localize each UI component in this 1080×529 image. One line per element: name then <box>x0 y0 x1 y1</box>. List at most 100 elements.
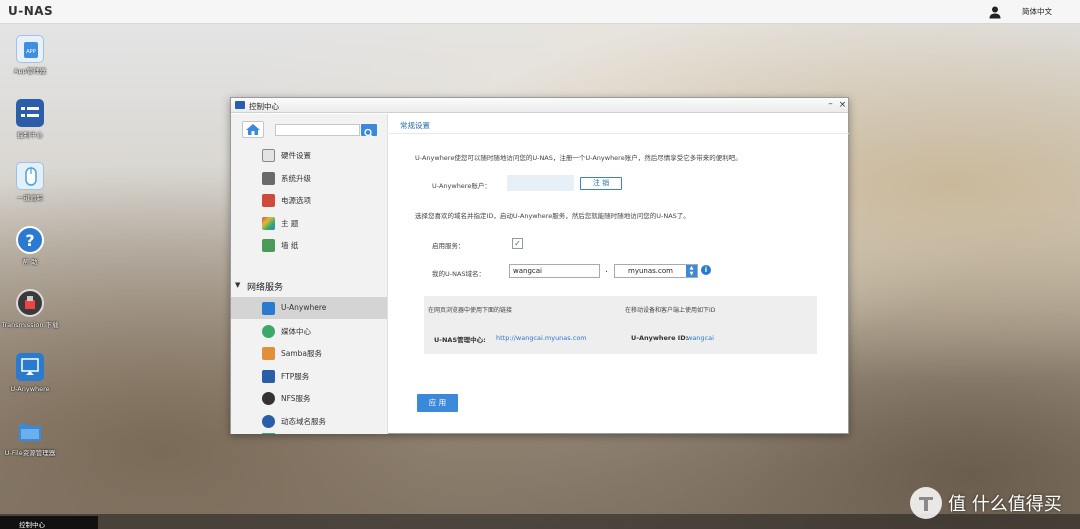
search-button[interactable] <box>361 124 377 138</box>
transmission-icon <box>16 289 44 317</box>
taskbar-item-control-center[interactable]: 控制中心 <box>0 516 98 529</box>
intro-text: U-Anywhere使您可以随时随地访问您的U-NAS，注册一个U-Anywhe… <box>415 154 742 162</box>
ftp-icon <box>262 370 275 383</box>
control-center-window: 控制中心 – × 硬件设置 系统升级 电源选项 主 题 墙 纸 ▼ 网络服务 U… <box>230 97 849 434</box>
sidebar-item-label: 电源选项 <box>281 196 311 205</box>
power-icon <box>262 194 275 207</box>
domain-separator: . <box>605 265 608 275</box>
domain-description: 选择您喜欢的域名并指定ID，启动U-Anywhere服务，然后您就能随时随地访问… <box>415 212 690 220</box>
desktop-icon-label: U-Anywhere <box>10 385 50 393</box>
sidebar-item-samba[interactable]: Samba服务 <box>231 342 387 364</box>
domain-id-input[interactable]: wangcai <box>509 264 600 278</box>
mgmt-label: U-NAS管理中心: <box>434 336 486 344</box>
account-label: U-Anywhere账户： <box>432 182 491 190</box>
enable-service-checkbox[interactable]: ✓ <box>512 238 523 249</box>
enable-label: 启用服务： <box>432 242 465 250</box>
sidebar-item-label: 媒体中心 <box>281 327 311 336</box>
desktop-icon-u-anywhere[interactable]: U-Anywhere <box>0 353 60 393</box>
info-icon[interactable]: i <box>701 265 711 275</box>
sidebar-item-label: 系统升级 <box>281 174 311 183</box>
desktop-icon-control-center[interactable]: 控制中心 <box>0 99 60 139</box>
nfs-icon <box>262 392 275 405</box>
help-icon: ? <box>16 226 44 254</box>
app-store-icon: APP <box>16 35 44 63</box>
desktop-icon-label: 帮 助 <box>22 258 38 266</box>
select-arrow-icon: ▲ ▼ <box>686 265 697 277</box>
sidebar-item-upgrade[interactable]: 系统升级 <box>231 167 387 189</box>
sidebar-item-label: 动态域名服务 <box>281 417 326 426</box>
sidebar-item-label: 主 题 <box>281 219 299 228</box>
wallpaper-icon <box>262 239 275 252</box>
desktop-icon-help[interactable]: ? 帮 助 <box>0 226 60 266</box>
browser-hint: 在网页浏览器中使用下面的链接 <box>428 307 513 314</box>
id-label: U-Anywhere ID: <box>631 334 689 342</box>
sidebar-search-input[interactable] <box>275 124 360 136</box>
domain-label: 我的U-NAS域名： <box>432 270 486 278</box>
ddns-icon <box>262 415 275 428</box>
desktop-icon-tracker[interactable]: 一键追踪 <box>0 162 60 202</box>
minimize-icon[interactable]: – <box>825 99 836 111</box>
sidebar-item-label: NFS服务 <box>281 394 311 403</box>
desktop-icon-app-manager[interactable]: APP App管理器 <box>0 35 60 75</box>
sidebar: 硬件设置 系统升级 电源选项 主 题 墙 纸 ▼ 网络服务 U-Anywhere <box>231 114 388 434</box>
sidebar-item-nfs[interactable]: NFS服务 <box>231 387 387 409</box>
sidebar-item-label: Samba服务 <box>281 349 323 358</box>
mgmt-link[interactable]: http://wangcai.myunas.com <box>496 334 587 342</box>
close-icon[interactable]: × <box>837 99 848 111</box>
window-titlebar[interactable]: 控制中心 – × <box>231 98 848 113</box>
watermark-text: 值 什么值得买 <box>948 494 1062 515</box>
apply-button[interactable]: 应 用 <box>417 394 458 412</box>
sidebar-item-label: 硬件设置 <box>281 151 311 160</box>
watermark: 值 什么值得买 <box>910 487 1062 519</box>
content-header: 常规设置 <box>389 114 849 134</box>
media-center-icon <box>262 325 275 338</box>
samba-icon <box>262 347 275 360</box>
access-info-panel: 在网页浏览器中使用下面的链接 在移动设备和客户端上使用如下ID U-NAS管理中… <box>424 296 817 354</box>
svg-text:?: ? <box>25 231 34 250</box>
sidebar-item-power[interactable]: 电源选项 <box>231 189 387 211</box>
desktop-icon-label: U-File资源管理器 <box>4 449 56 457</box>
sidebar-item-partial <box>262 433 275 434</box>
sidebar-item-wallpaper[interactable]: 墙 纸 <box>231 234 387 256</box>
desktop-icon-transmission[interactable]: Transmission 下载 <box>0 289 60 329</box>
home-icon <box>246 124 260 135</box>
sidebar-item-theme[interactable]: 主 题 <box>231 212 387 234</box>
u-anywhere-icon <box>262 302 275 315</box>
desktop-icon-label: 控制中心 <box>17 131 43 139</box>
hardware-icon <box>262 149 275 162</box>
desktop-icon-label: 一键追踪 <box>17 194 43 202</box>
desktop-icon-label: Transmission 下载 <box>1 321 59 329</box>
svg-text:APP: APP <box>26 49 35 55</box>
logout-button[interactable]: 注 销 <box>580 177 622 190</box>
sidebar-item-ftp[interactable]: FTP服务 <box>231 365 387 387</box>
settings-content: 常规设置 U-Anywhere使您可以随时随地访问您的U-NAS，注册一个U-A… <box>389 114 849 434</box>
watermark-logo-icon <box>910 487 942 519</box>
sidebar-section-network[interactable]: ▼ 网络服务 <box>231 277 387 295</box>
domain-suffix-select[interactable]: myunas.com ▲ ▼ <box>614 264 698 278</box>
user-icon[interactable] <box>988 5 1002 19</box>
domain-suffix-value: myunas.com <box>628 267 673 275</box>
account-value <box>507 175 574 191</box>
search-icon <box>364 128 373 138</box>
sidebar-item-ddns[interactable]: 动态域名服务 <box>231 410 387 432</box>
app-title: U-NAS <box>8 4 54 18</box>
sidebar-item-label: U-Anywhere <box>281 303 327 312</box>
sidebar-item-hardware[interactable]: 硬件设置 <box>231 144 387 166</box>
desktop-icon-label: App管理器 <box>13 67 47 75</box>
mobile-hint: 在移动设备和客户端上使用如下ID <box>625 307 716 314</box>
theme-icon <box>262 217 275 230</box>
desktop-icon-file-manager[interactable]: U-File资源管理器 <box>0 417 60 457</box>
sidebar-item-label: FTP服务 <box>281 372 310 381</box>
language-selector[interactable]: 简体中文 <box>1022 6 1052 17</box>
sidebar-item-label: 墙 纸 <box>281 241 299 250</box>
window-title: 控制中心 <box>249 102 279 111</box>
control-panel-icon <box>16 99 44 127</box>
home-button[interactable] <box>242 121 264 138</box>
sidebar-item-u-anywhere[interactable]: U-Anywhere <box>231 297 387 319</box>
mouse-icon <box>16 162 44 190</box>
control-panel-icon <box>235 101 245 109</box>
sidebar-item-media-center[interactable]: 媒体中心 <box>231 320 387 342</box>
top-bar: U-NAS 简体中文 <box>0 0 1080 24</box>
content-title: 常规设置 <box>400 121 430 130</box>
sidebar-section-label: 网络服务 <box>247 283 284 293</box>
